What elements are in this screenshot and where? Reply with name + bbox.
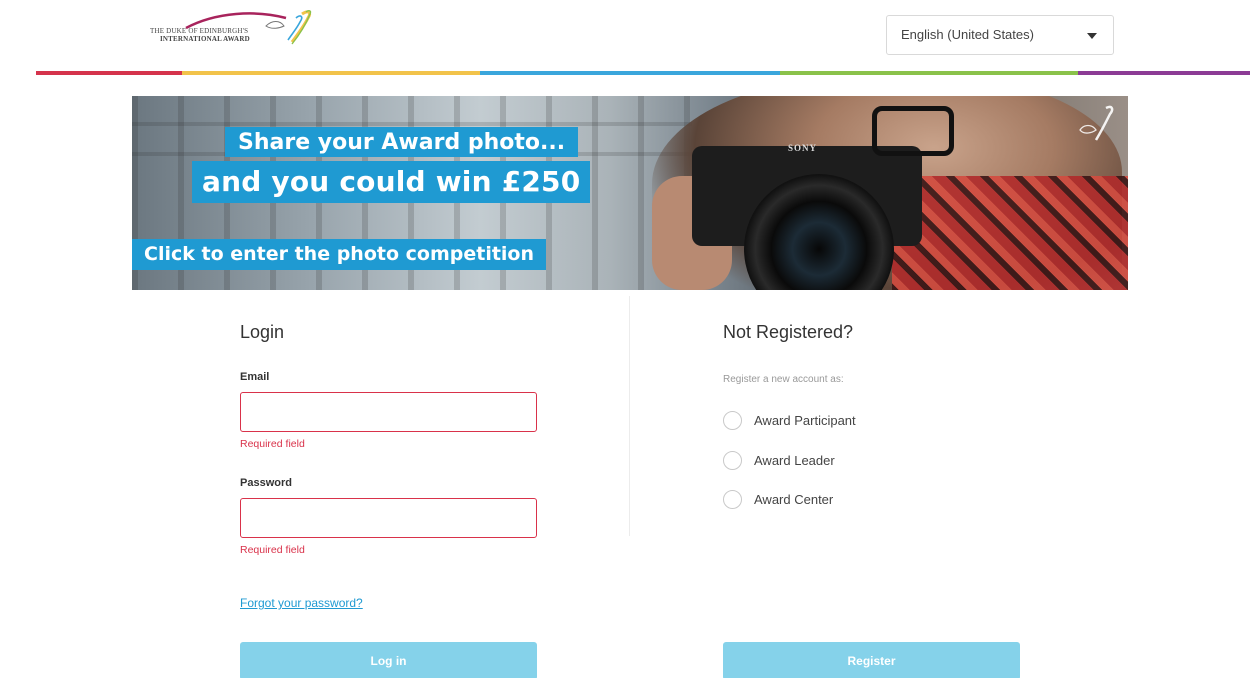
login-title: Login [240, 322, 285, 342]
photographer-shirt [892, 176, 1128, 290]
logo-text-line1: THE DUKE OF EDINBURGH'S [150, 27, 249, 35]
register-section: Not Registered? [723, 322, 1023, 343]
radio-award-participant[interactable]: Award Participant [723, 409, 856, 431]
radio-circle-icon[interactable] [723, 489, 742, 509]
award-logo[interactable]: THE DUKE OF EDINBURGH'S INTERNATIONAL AW… [146, 8, 316, 52]
password-field[interactable] [240, 498, 537, 538]
photo-competition-banner[interactable]: SONY Share your Award photo... and you c… [132, 96, 1128, 290]
radio-label: Award Center [754, 491, 834, 507]
photographer-glasses [872, 106, 954, 156]
column-divider [629, 296, 630, 536]
password-error: Required field [240, 544, 305, 556]
page-header: THE DUKE OF EDINBURGH'S INTERNATIONAL AW… [0, 0, 1250, 72]
radio-award-center[interactable]: Award Center [723, 488, 833, 510]
camera-brand: SONY [788, 143, 818, 153]
color-stripe [36, 71, 1250, 75]
email-error: Required field [240, 438, 305, 450]
color-stripe-green [780, 71, 1078, 75]
login-section: Login [240, 322, 540, 343]
radio-award-leader[interactable]: Award Leader [723, 449, 835, 471]
award-mark-icon [1079, 105, 1114, 141]
register-button[interactable]: Register [723, 642, 1020, 678]
banner-headline-2: and you could win £250 [192, 161, 591, 203]
email-input[interactable] [241, 393, 536, 431]
color-stripe-red [36, 71, 182, 75]
banner-headline-1: Share your Award photo... [225, 127, 579, 157]
logo-text-line2: INTERNATIONAL AWARD [160, 35, 250, 43]
email-label: Email [240, 371, 270, 383]
banner-cta[interactable]: Click to enter the photo competition [132, 239, 547, 270]
color-stripe-yellow [182, 71, 480, 75]
radio-label: Award Leader [754, 452, 835, 468]
forgot-password-link[interactable]: Forgot your password? [240, 596, 363, 610]
register-title: Not Registered? [723, 322, 854, 342]
login-button[interactable]: Log in [240, 642, 537, 678]
email-field[interactable] [240, 392, 537, 432]
register-subtitle: Register a new account as: [723, 374, 844, 385]
language-select[interactable]: English (United States) [886, 15, 1114, 55]
radio-circle-icon[interactable] [723, 410, 742, 430]
radio-label: Award Participant [754, 412, 856, 428]
radio-circle-icon[interactable] [723, 450, 742, 470]
password-label: Password [240, 477, 292, 489]
color-stripe-purple [1078, 71, 1250, 75]
color-stripe-blue [480, 71, 780, 75]
password-input[interactable] [241, 499, 536, 537]
chevron-down-icon [1087, 33, 1097, 39]
language-select-value: English (United States) [901, 27, 1034, 42]
